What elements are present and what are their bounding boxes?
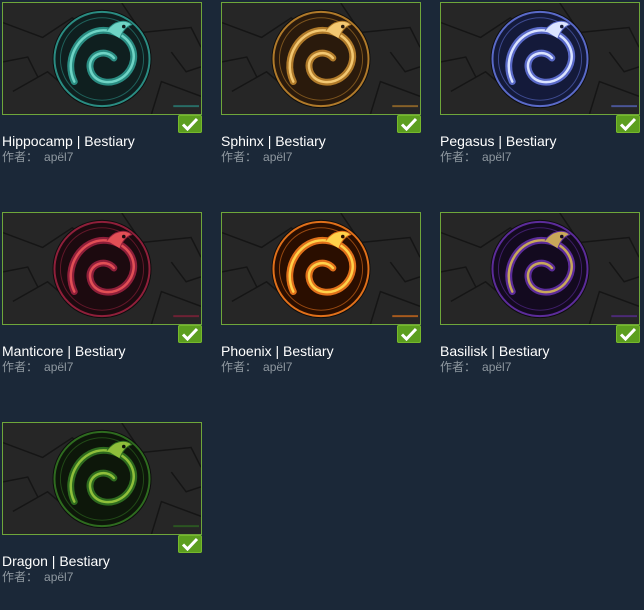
item-author: 作者： apël7 [2, 150, 73, 165]
subscribed-check-icon[interactable] [616, 325, 640, 343]
sphinx-emblem [222, 3, 420, 114]
author-prefix: 作者： [2, 150, 39, 164]
item-author: 作者： apël7 [2, 570, 73, 585]
workshop-item-pegasus: Pegasus | Bestiary 作者： apël7 [438, 0, 642, 190]
subscribed-check-icon[interactable] [178, 325, 202, 343]
item-title[interactable]: Basilisk | Bestiary [440, 343, 549, 360]
subscribed-check-icon[interactable] [178, 115, 202, 133]
author-prefix: 作者： [2, 570, 39, 584]
workshop-item-hippocamp: Hippocamp | Bestiary 作者： apël7 [0, 0, 204, 190]
item-author: 作者： apël7 [2, 360, 73, 375]
item-thumbnail[interactable] [440, 212, 640, 325]
author-prefix: 作者： [440, 360, 477, 374]
item-author: 作者： apël7 [440, 360, 511, 375]
item-thumbnail[interactable] [440, 2, 640, 115]
workshop-item-manticore: Manticore | Bestiary 作者： apël7 [0, 210, 204, 400]
author-name[interactable]: apël7 [482, 360, 511, 374]
item-title[interactable]: Manticore | Bestiary [2, 343, 125, 360]
author-name[interactable]: apël7 [44, 150, 73, 164]
phoenix-emblem [222, 213, 420, 324]
item-author: 作者： apël7 [221, 150, 292, 165]
manticore-emblem [3, 213, 201, 324]
item-title[interactable]: Dragon | Bestiary [2, 553, 110, 570]
author-prefix: 作者： [2, 360, 39, 374]
item-author: 作者： apël7 [221, 360, 292, 375]
item-title[interactable]: Phoenix | Bestiary [221, 343, 334, 360]
subscribed-check-icon[interactable] [616, 115, 640, 133]
subscribed-check-icon[interactable] [397, 115, 421, 133]
author-name[interactable]: apël7 [482, 150, 511, 164]
pegasus-emblem [441, 3, 639, 114]
item-thumbnail[interactable] [221, 2, 421, 115]
author-name[interactable]: apël7 [263, 150, 292, 164]
workshop-item-dragon: Dragon | Bestiary 作者： apël7 [0, 420, 204, 610]
hippocamp-emblem [3, 3, 201, 114]
item-title[interactable]: Pegasus | Bestiary [440, 133, 556, 150]
item-title[interactable]: Hippocamp | Bestiary [2, 133, 135, 150]
item-thumbnail[interactable] [2, 2, 202, 115]
workshop-item-grid: Hippocamp | Bestiary 作者： apël7 Sphinx | B… [0, 0, 644, 586]
author-name[interactable]: apël7 [44, 570, 73, 584]
author-prefix: 作者： [221, 360, 258, 374]
item-thumbnail[interactable] [2, 212, 202, 325]
basilisk-emblem [441, 213, 639, 324]
author-name[interactable]: apël7 [263, 360, 292, 374]
item-thumbnail[interactable] [2, 422, 202, 535]
dragon-emblem [3, 423, 201, 534]
item-title[interactable]: Sphinx | Bestiary [221, 133, 326, 150]
subscribed-check-icon[interactable] [397, 325, 421, 343]
author-name[interactable]: apël7 [44, 360, 73, 374]
item-thumbnail[interactable] [221, 212, 421, 325]
workshop-item-basilisk: Basilisk | Bestiary 作者： apël7 [438, 210, 642, 400]
subscribed-check-icon[interactable] [178, 535, 202, 553]
author-prefix: 作者： [440, 150, 477, 164]
author-prefix: 作者： [221, 150, 258, 164]
workshop-item-phoenix: Phoenix | Bestiary 作者： apël7 [219, 210, 423, 400]
item-author: 作者： apël7 [440, 150, 511, 165]
workshop-item-sphinx: Sphinx | Bestiary 作者： apël7 [219, 0, 423, 190]
